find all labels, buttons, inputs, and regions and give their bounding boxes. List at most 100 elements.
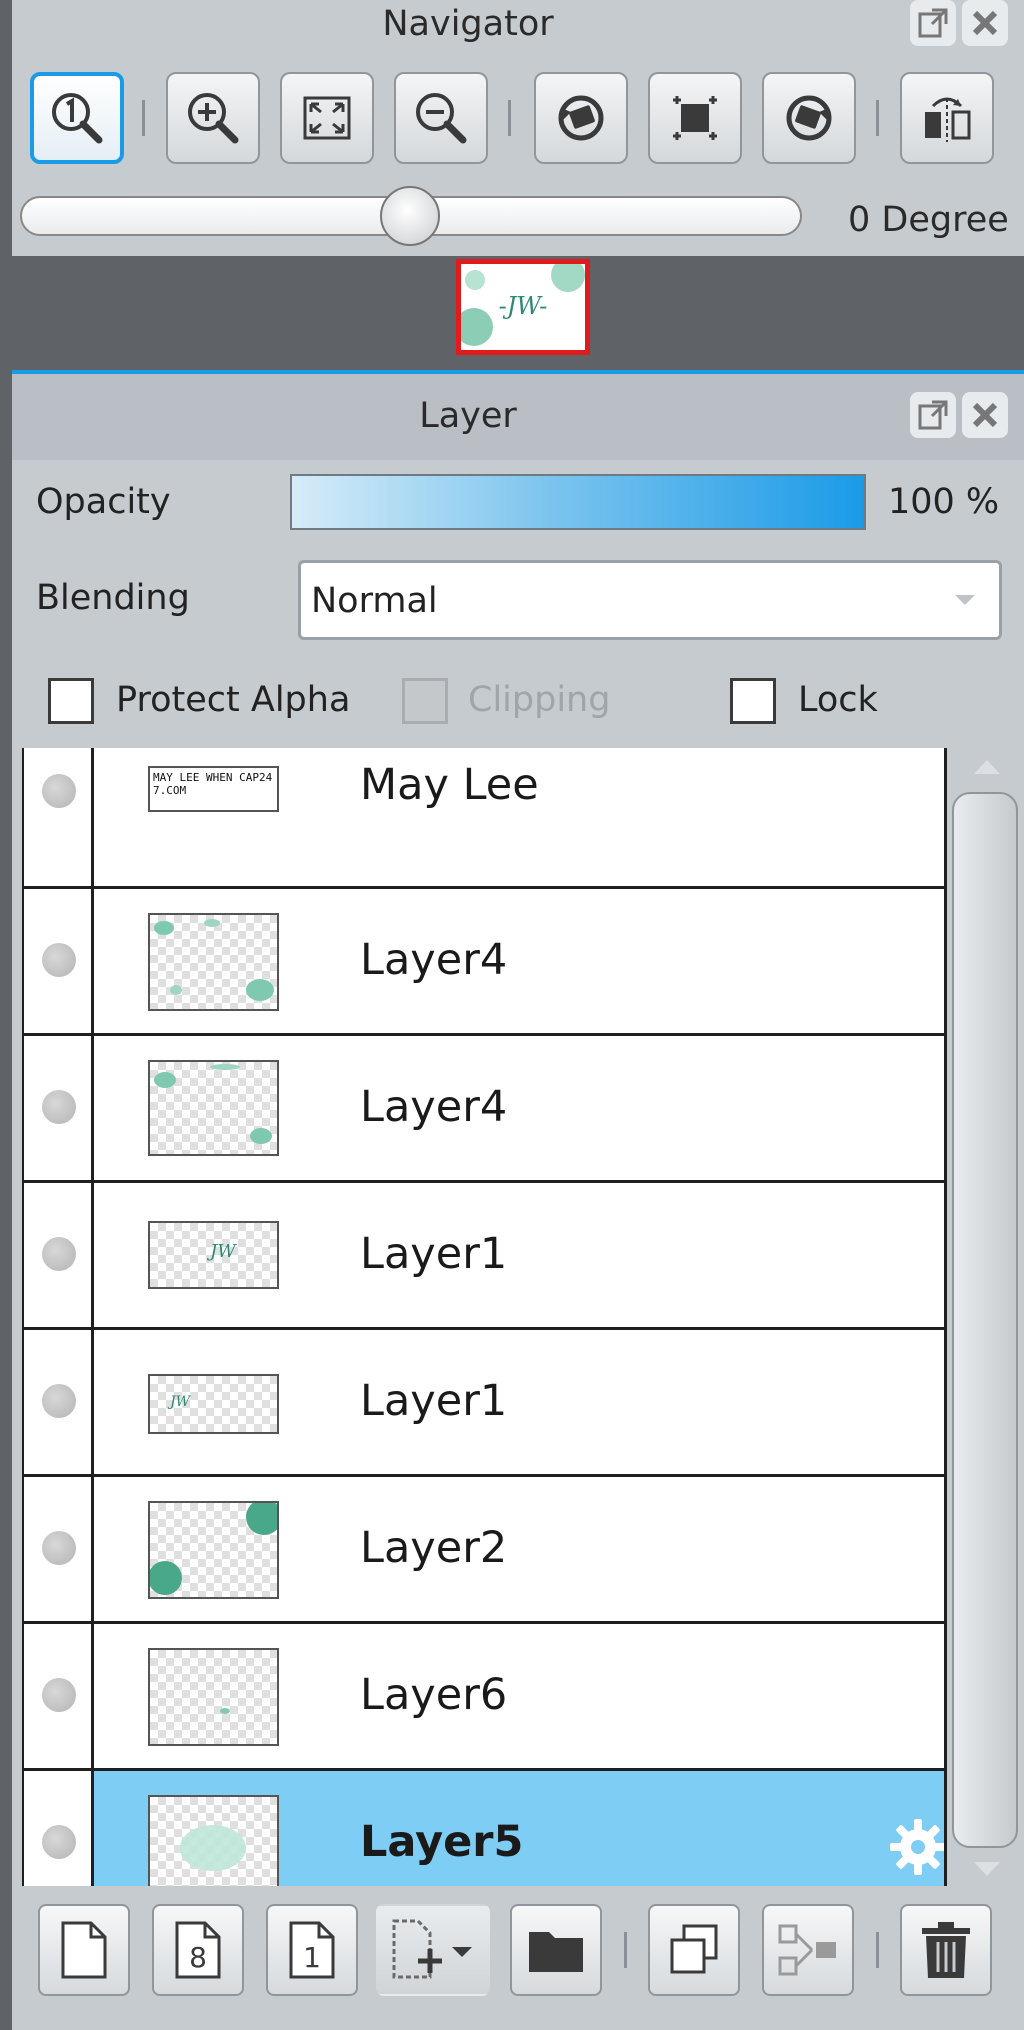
- layer-thumbnail: [148, 1060, 279, 1156]
- delete-layer-button[interactable]: [900, 1904, 992, 1996]
- layer-thumbnail: JW: [148, 1221, 279, 1289]
- layer-thumbnail: [148, 1648, 279, 1746]
- new-page-icon: [61, 1921, 107, 1979]
- close-icon: [972, 402, 998, 428]
- visibility-toggle[interactable]: [42, 1825, 76, 1859]
- toolbar-separator: [624, 1932, 627, 1968]
- zoom-out-button[interactable]: [394, 72, 488, 164]
- rotate-left-icon: [558, 95, 604, 141]
- layer-thumbnail-text: MAY LEE WHEN CAP247.COM: [153, 771, 273, 797]
- rotate-left-button[interactable]: [534, 72, 628, 164]
- layer-thumbnail-text: JW: [170, 1394, 191, 1410]
- visibility-toggle[interactable]: [42, 774, 76, 808]
- flip-horizontal-icon: [925, 97, 971, 142]
- layer-name: Layer4: [360, 935, 508, 985]
- navigator-detach-button[interactable]: [910, 0, 956, 46]
- layer-name: Layer2: [360, 1523, 508, 1573]
- toolbar-separator: [142, 100, 145, 136]
- navigator-close-button[interactable]: [962, 0, 1008, 46]
- layer-name: May Lee: [360, 760, 539, 810]
- trash-icon: [922, 1922, 970, 1978]
- navigator-preview-thumbnail[interactable]: -JW-: [456, 259, 590, 355]
- layer-name: Layer5: [360, 1817, 524, 1867]
- lock-label: Lock: [798, 680, 878, 720]
- reset-rotation-icon: [673, 96, 717, 140]
- chevron-down-icon: [955, 595, 975, 605]
- blending-dropdown[interactable]: Normal: [298, 560, 1002, 640]
- layer-list-scrollbar[interactable]: [948, 748, 1024, 1886]
- visibility-toggle[interactable]: [42, 1090, 76, 1124]
- new-1bit-layer-button[interactable]: 1: [266, 1904, 358, 1996]
- new-8bit-page-icon: 8: [175, 1921, 221, 1979]
- layer-header: Layer: [12, 374, 1024, 460]
- add-layer-menu-button[interactable]: [376, 1904, 490, 1996]
- layer-thumbnail: JW: [148, 1374, 279, 1434]
- actual-size-button[interactable]: [30, 72, 124, 164]
- layer-name: Layer1: [360, 1229, 508, 1279]
- layer-name: Layer6: [360, 1670, 508, 1720]
- layer-row[interactable]: Layer4: [24, 1036, 946, 1183]
- lock-checkbox[interactable]: [730, 678, 776, 724]
- new-color-layer-button[interactable]: [38, 1904, 130, 1996]
- fit-to-screen-button[interactable]: [280, 72, 374, 164]
- detach-icon: [918, 8, 948, 38]
- duplicate-layer-button[interactable]: [648, 1904, 740, 1996]
- layer-row[interactable]: Layer4: [24, 889, 946, 1036]
- layer-list: MAY LEE WHEN CAP247.COM May Lee Layer4 L…: [0, 748, 1024, 1886]
- layer-row[interactable]: JW Layer1: [24, 1330, 946, 1477]
- blending-label: Blending: [36, 578, 190, 618]
- close-icon: [972, 10, 998, 36]
- visibility-toggle[interactable]: [42, 1678, 76, 1712]
- layer-row[interactable]: Layer6: [24, 1624, 946, 1771]
- layer-row[interactable]: MAY LEE WHEN CAP247.COM May Lee: [24, 748, 946, 889]
- merge-down-button[interactable]: [762, 1904, 854, 1996]
- protect-alpha-label: Protect Alpha: [116, 680, 351, 720]
- layer-panel-title: Layer: [419, 396, 517, 436]
- clipping-label: Clipping: [468, 680, 611, 720]
- visibility-toggle[interactable]: [42, 1384, 76, 1418]
- zoom-out-icon: [416, 93, 467, 144]
- clipping-checkbox[interactable]: [402, 678, 448, 724]
- toolbar-separator: [876, 1932, 879, 1968]
- reset-rotation-button[interactable]: [648, 72, 742, 164]
- protect-alpha-checkbox[interactable]: [48, 678, 94, 724]
- page-number-eight: 8: [189, 1941, 207, 1974]
- add-layer-dropdown-icon: [392, 1919, 472, 1979]
- scroll-down-arrow-icon[interactable]: [972, 1860, 1002, 1878]
- layer-close-button[interactable]: [962, 392, 1008, 438]
- actual-size-icon: [52, 93, 103, 144]
- merge-down-icon: [778, 1924, 836, 1976]
- rotate-right-button[interactable]: [762, 72, 856, 164]
- new-folder-button[interactable]: [510, 1904, 602, 1996]
- zoom-in-button[interactable]: [166, 72, 260, 164]
- rotate-right-icon: [786, 95, 832, 141]
- scrollbar-thumb[interactable]: [952, 792, 1018, 1848]
- opacity-label: Opacity: [36, 482, 171, 522]
- visibility-toggle[interactable]: [42, 1531, 76, 1565]
- rotation-slider-thumb[interactable]: [380, 186, 440, 246]
- toolbar-separator: [876, 100, 879, 136]
- blending-value: Normal: [311, 581, 438, 621]
- navigator-preview-area[interactable]: -JW-: [12, 256, 1024, 358]
- flip-horizontal-button[interactable]: [900, 72, 994, 164]
- layer-thumbnail: [148, 1795, 279, 1886]
- preview-text: -JW-: [498, 292, 548, 320]
- visibility-toggle[interactable]: [42, 943, 76, 977]
- visibility-toggle[interactable]: [42, 1237, 76, 1271]
- layer-row[interactable]: JW Layer1: [24, 1183, 946, 1330]
- layer-row[interactable]: Layer2: [24, 1477, 946, 1624]
- fit-screen-icon: [303, 96, 351, 140]
- navigator-title: Navigator: [382, 4, 554, 44]
- layer-detach-button[interactable]: [910, 392, 956, 438]
- detach-icon: [918, 400, 948, 430]
- duplicate-icon: [670, 1924, 718, 1974]
- new-1bit-page-icon: 1: [289, 1921, 335, 1979]
- opacity-slider[interactable]: [290, 474, 866, 530]
- layer-row-selected[interactable]: Layer5: [24, 1771, 946, 1886]
- layer-thumbnail: [148, 913, 279, 1011]
- toolbar-separator: [508, 100, 511, 136]
- layer-thumbnail: [148, 1501, 279, 1599]
- scroll-up-arrow-icon[interactable]: [972, 758, 1002, 776]
- gear-icon[interactable]: [886, 1815, 950, 1879]
- new-8bit-layer-button[interactable]: 8: [152, 1904, 244, 1996]
